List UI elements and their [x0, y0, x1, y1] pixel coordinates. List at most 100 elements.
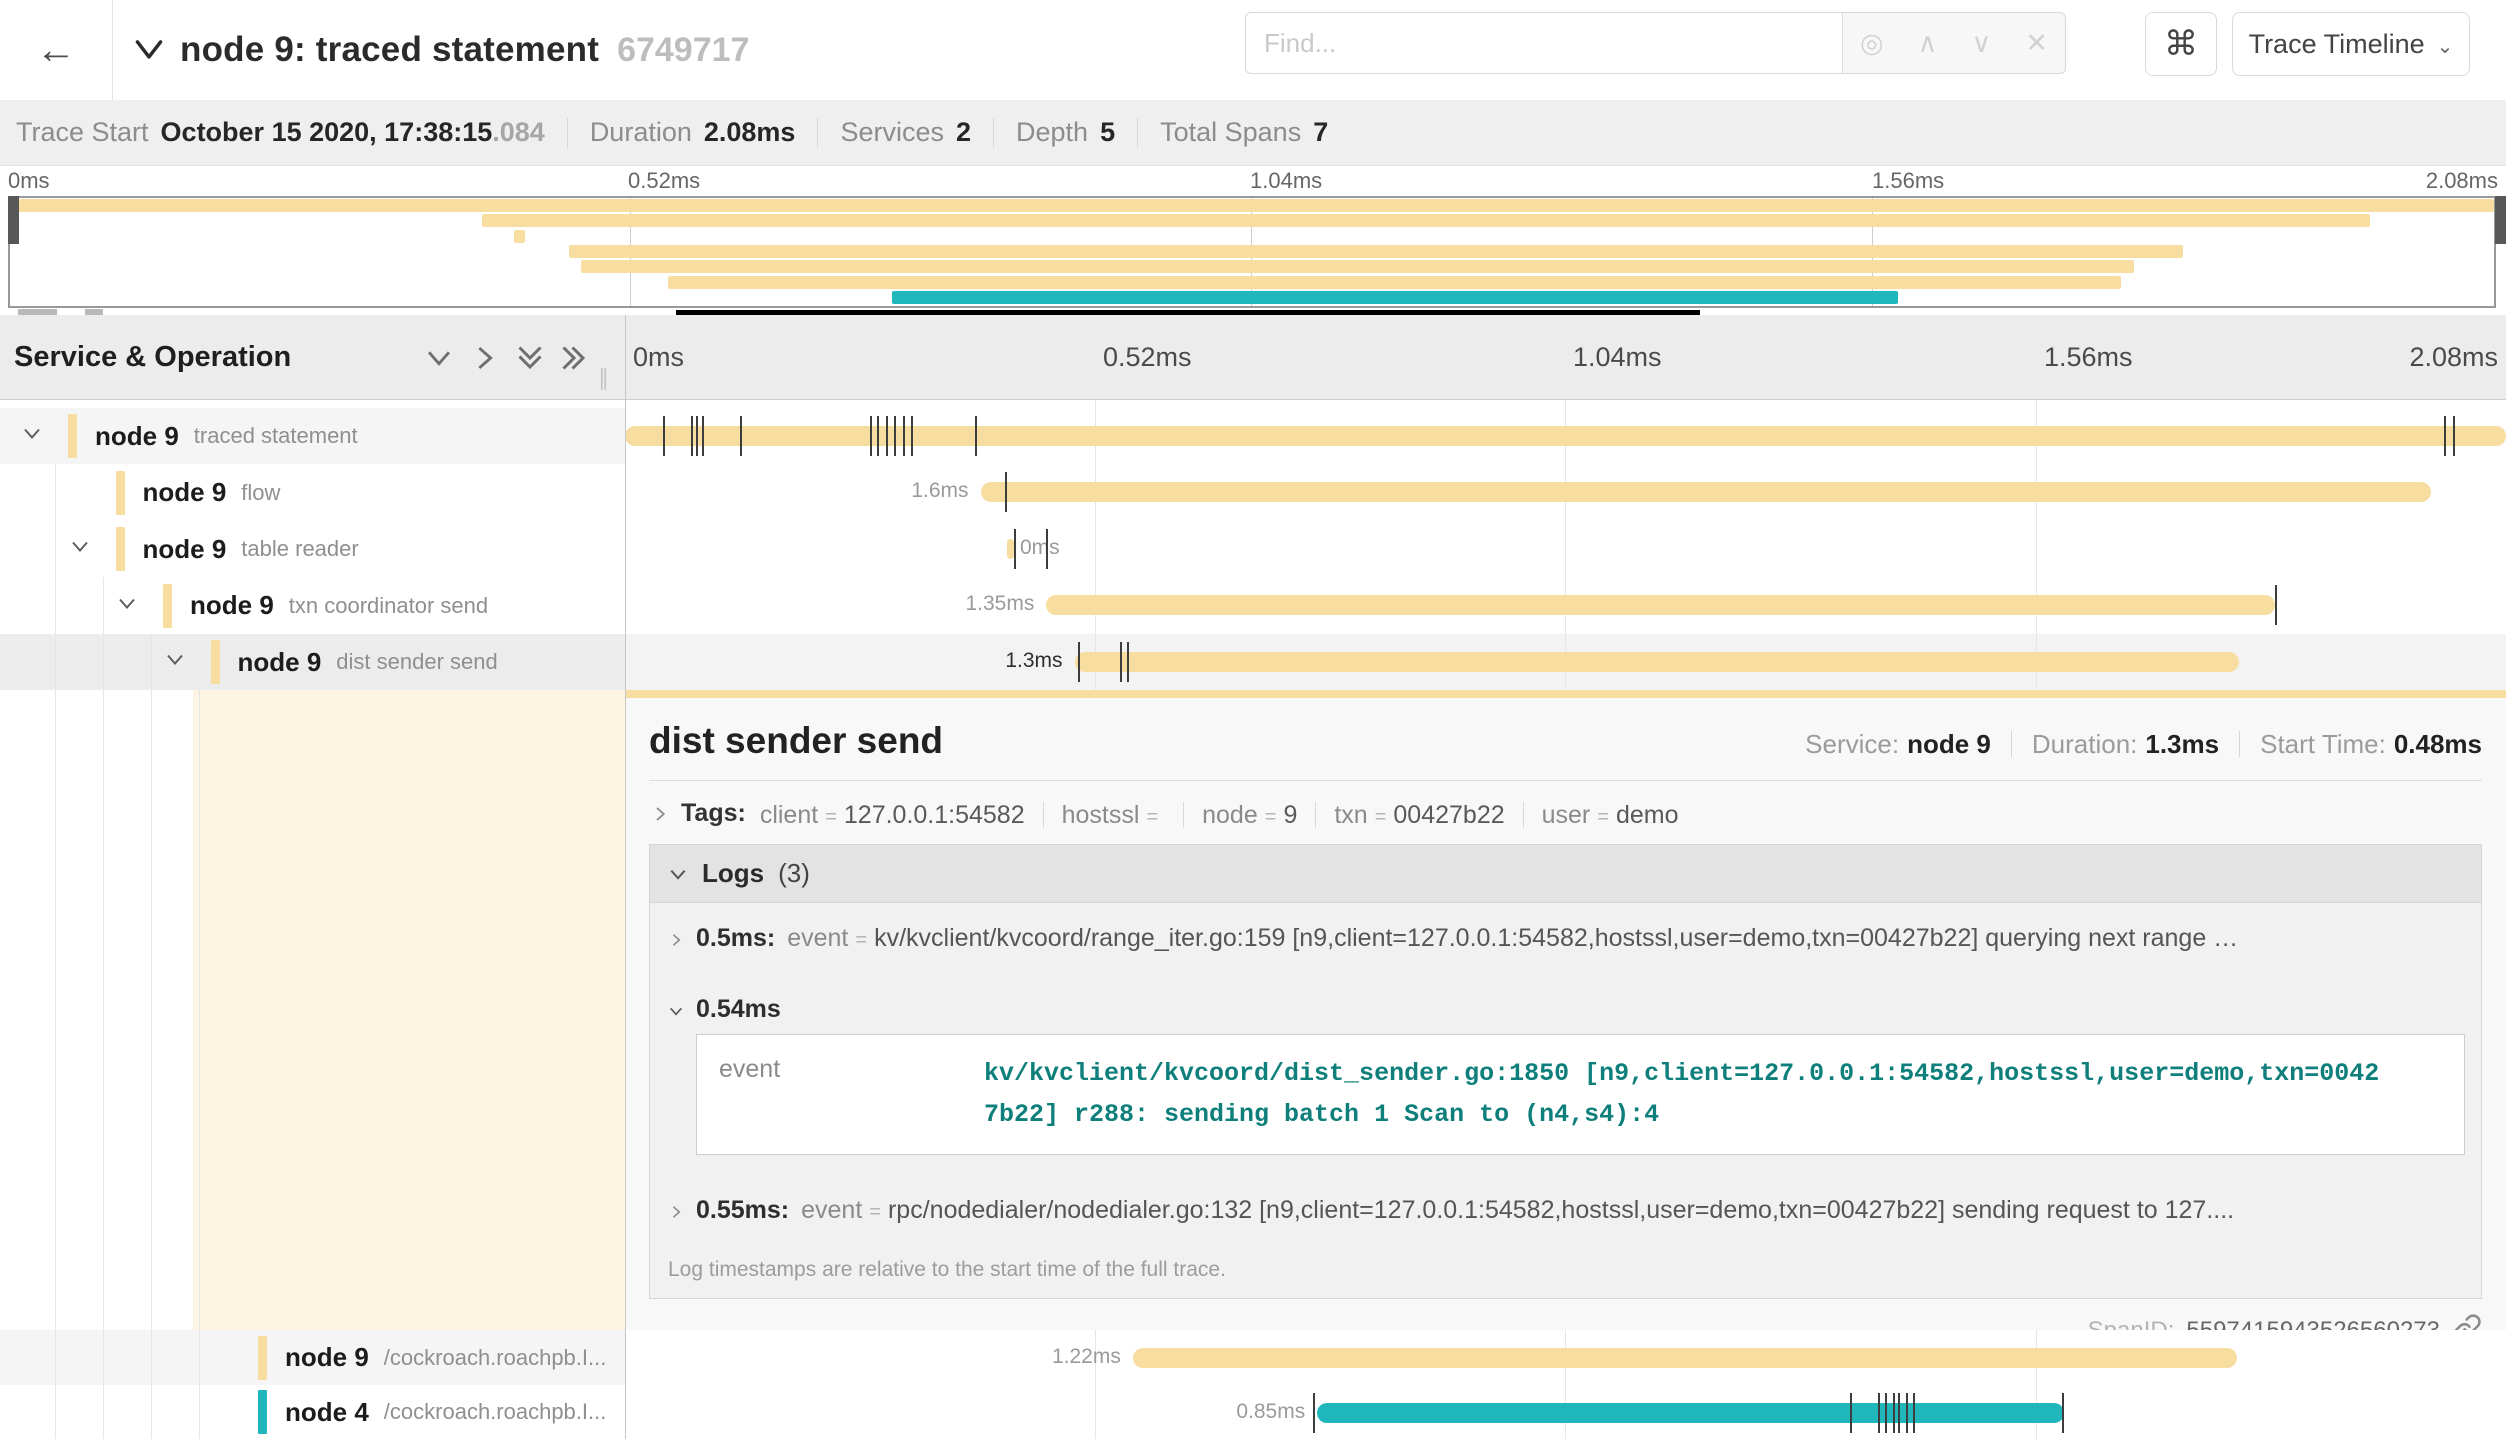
- command-icon: ⌘: [2164, 24, 2198, 64]
- log-field-value: rpc/nodedialer/nodedialer.go:132 [n9,cli…: [888, 1196, 2234, 1225]
- chevron-right-icon: [668, 926, 684, 955]
- timeline-grid-header: Service & Operation ∥ 0ms0.52ms1.04ms1.5…: [0, 315, 2506, 400]
- divider: [2011, 731, 2012, 757]
- span-service-name: node 9: [285, 1342, 369, 1373]
- log-marker-tick: [1046, 529, 1048, 569]
- minimap-right-drag-handle[interactable]: [2495, 196, 2506, 244]
- tree-guide-line: [151, 634, 152, 1439]
- span-color-bar: [116, 527, 125, 571]
- log-marker-tick: [870, 416, 872, 456]
- span-bar[interactable]: [1075, 652, 2239, 672]
- span-row[interactable]: node 4/cockroach.roachpb.I... 0.85ms: [0, 1385, 2506, 1439]
- log-field-key: event: [697, 1035, 944, 1154]
- next-match-icon[interactable]: ∨: [1971, 28, 1991, 59]
- prev-match-icon[interactable]: ∧: [1918, 28, 1938, 59]
- span-color-bar: [258, 1390, 267, 1434]
- span-row-timeline-cell[interactable]: 1.35ms: [625, 577, 2506, 634]
- span-detail-title: dist sender send: [649, 720, 943, 762]
- minimap-span-bar: [482, 214, 2370, 227]
- chevron-down-icon[interactable]: [68, 535, 92, 564]
- column-divider[interactable]: [625, 315, 626, 1439]
- equals-sign: =: [1597, 806, 1609, 829]
- span-row-timeline-cell[interactable]: 1.6ms: [625, 464, 2506, 521]
- span-service-name: node 9: [95, 421, 179, 452]
- log-timestamp: 0.54ms: [696, 995, 781, 1024]
- span-bar[interactable]: [1133, 1348, 2237, 1368]
- span-row-timeline-cell[interactable]: 1.22ms: [625, 1330, 2506, 1385]
- span-bar[interactable]: [1317, 1403, 2064, 1423]
- link-icon[interactable]: [2452, 1313, 2482, 1331]
- span-row[interactable]: node 9flow 1.6ms: [0, 464, 2506, 521]
- duration-label: Duration:: [2032, 729, 2138, 760]
- clear-find-icon[interactable]: ✕: [2025, 28, 2048, 59]
- log-marker-tick: [903, 416, 905, 456]
- span-bar[interactable]: [1007, 539, 1015, 559]
- span-row-name-cell[interactable]: node 9traced statement: [0, 408, 625, 464]
- span-row-name-cell[interactable]: node 4/cockroach.roachpb.I...: [0, 1385, 625, 1439]
- span-row-timeline-cell[interactable]: 0.85ms: [625, 1385, 2506, 1439]
- timeline-axis-tick: 2.08ms: [2409, 315, 2498, 400]
- log-entry-expanded[interactable]: 0.54ms: [650, 974, 2481, 1032]
- minimap-axis-tick: 2.08ms: [2426, 168, 2498, 194]
- span-row-timeline-cell[interactable]: 0ms: [625, 521, 2506, 577]
- tag-item: txn=00427b22: [1297, 797, 1504, 830]
- start-time-value: 0.48ms: [2394, 729, 2482, 760]
- column-resizer-handle[interactable]: ∥: [598, 365, 614, 391]
- locate-icon[interactable]: ◎: [1860, 28, 1884, 59]
- span-row-name-cell[interactable]: node 9/cockroach.roachpb.I...: [0, 1330, 625, 1385]
- minimap-left-drag-handle[interactable]: [8, 196, 19, 244]
- keyboard-shortcuts-button[interactable]: ⌘: [2145, 12, 2217, 76]
- span-row-name-cell[interactable]: node 9dist sender send: [0, 634, 625, 690]
- tag-item: hostssl=: [1025, 797, 1166, 830]
- span-detail-meta: Service:node 9 Duration:1.3ms Start Time…: [1805, 727, 2482, 760]
- span-row[interactable]: node 9txn coordinator send1.35ms: [0, 577, 2506, 634]
- summary-stat-value: October 15 2020, 17:38:15: [161, 117, 493, 148]
- span-bar[interactable]: [625, 426, 2506, 446]
- view-selector-label: Trace Timeline: [2249, 29, 2425, 60]
- tags-items: client=127.0.0.1:54582hostssl=node=9txn=…: [760, 797, 1679, 830]
- view-selector-button[interactable]: Trace Timeline ⌄: [2232, 12, 2470, 76]
- minimap-canvas[interactable]: [8, 196, 2496, 308]
- find-input[interactable]: [1245, 12, 1842, 74]
- chevron-down-icon: [668, 860, 688, 891]
- log-timestamp: 0.5ms:: [696, 924, 775, 953]
- span-row[interactable]: node 9/cockroach.roachpb.I...1.22ms: [0, 1330, 2506, 1385]
- span-duration-label: 1.3ms: [1005, 649, 1062, 673]
- chevron-down-icon[interactable]: [115, 591, 139, 620]
- span-duration-label: 0.85ms: [1236, 1400, 1305, 1424]
- span-row[interactable]: node 9traced statement: [0, 408, 2506, 464]
- span-duration-label: 1.6ms: [911, 479, 968, 503]
- log-entry[interactable]: 0.55ms: event = rpc/nodedialer/nodediale…: [650, 1175, 2481, 1246]
- span-row[interactable]: node 9dist sender send 1.3ms: [0, 634, 2506, 690]
- title-chevron-down-icon[interactable]: [134, 37, 164, 63]
- span-row-timeline-cell[interactable]: 1.3ms: [625, 634, 2506, 690]
- log-entry[interactable]: 0.5ms: event = kv/kvclient/kvcoord/range…: [650, 903, 2481, 974]
- chevron-down-icon[interactable]: [163, 648, 187, 677]
- log-marker-tick: [691, 416, 693, 456]
- expand-all-icon[interactable]: [556, 315, 592, 400]
- summary-stat: Depth5: [971, 117, 1115, 148]
- log-marker-tick: [1893, 1393, 1895, 1433]
- span-row-name-cell[interactable]: node 9table reader: [0, 521, 625, 577]
- logs-header[interactable]: Logs (3): [650, 845, 2481, 903]
- span-color-bar: [211, 640, 220, 684]
- span-service-name: node 9: [143, 534, 227, 565]
- span-bar[interactable]: [981, 482, 2431, 502]
- log-field-key: event: [787, 924, 848, 953]
- span-row[interactable]: node 9table reader0ms: [0, 521, 2506, 577]
- summary-stat-label: Duration: [590, 117, 692, 148]
- log-marker-tick: [2275, 585, 2277, 625]
- span-bar[interactable]: [1046, 595, 2274, 615]
- trace-title-group: node 9: traced statement 6749717: [134, 0, 749, 100]
- span-service-name: node 9: [238, 647, 322, 678]
- chevron-down-icon[interactable]: [20, 422, 44, 451]
- service-operation-header: Service & Operation: [14, 315, 291, 400]
- span-row-name-cell[interactable]: node 9flow: [0, 464, 625, 521]
- expand-one-icon[interactable]: [468, 315, 502, 400]
- back-button[interactable]: ←: [0, 0, 113, 100]
- collapse-all-icon[interactable]: [512, 315, 548, 400]
- span-row-name-cell[interactable]: node 9txn coordinator send: [0, 577, 625, 634]
- tags-row[interactable]: Tags: client=127.0.0.1:54582hostssl=node…: [649, 781, 2482, 844]
- collapse-one-icon[interactable]: [422, 315, 456, 400]
- span-row-timeline-cell[interactable]: [625, 408, 2506, 464]
